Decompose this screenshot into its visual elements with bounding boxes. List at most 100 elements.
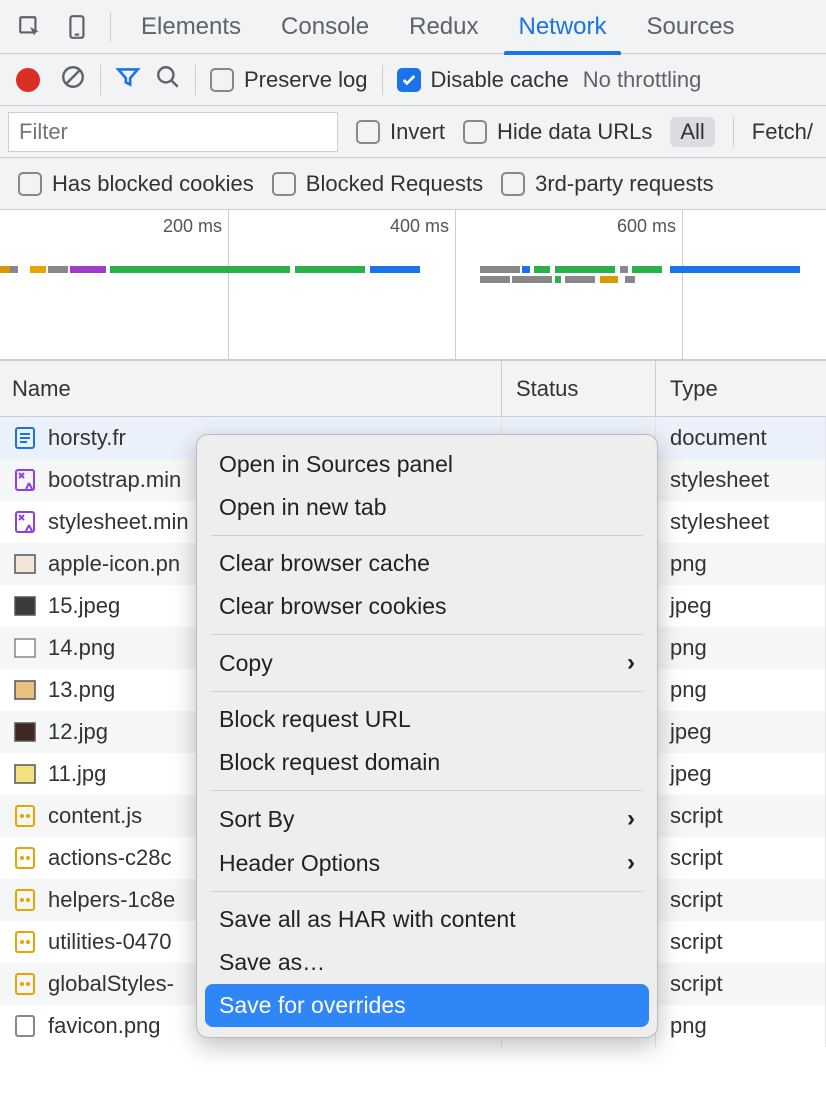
search-icon[interactable] [155,64,181,96]
clear-icon[interactable] [60,64,86,96]
timeline-tick: 600 ms [617,216,682,237]
invert-checkbox[interactable]: Invert [356,119,445,145]
menu-item[interactable]: Block request URL [197,698,657,741]
type-cell: script [656,837,826,879]
css-icon [14,511,36,533]
hide-data-urls-checkbox[interactable]: Hide data URLs [463,119,652,145]
type-cell: script [656,795,826,837]
image-dark2-icon [14,721,36,743]
tab-elements[interactable]: Elements [121,1,261,53]
menu-item-label: Clear browser cookies [219,593,447,620]
menu-item[interactable]: Copy› [197,641,657,685]
file-name: utilities-0470 [48,929,172,955]
menu-item[interactable]: Open in new tab [197,486,657,529]
type-cell: script [656,921,826,963]
image-yellow-icon [14,763,36,785]
js-icon [14,931,36,953]
type-cell: png [656,669,826,711]
menu-separator [211,634,643,635]
tab-console[interactable]: Console [261,1,389,53]
menu-separator [211,535,643,536]
menu-item-label: Open in new tab [219,494,387,521]
filter-input[interactable] [8,112,338,152]
file-name: 13.png [48,677,115,703]
type-cell: script [656,963,826,1005]
menu-item[interactable]: Save for overrides [205,984,649,1027]
filter-type-all[interactable]: All [670,117,714,147]
type-cell: jpeg [656,585,826,627]
tab-redux[interactable]: Redux [389,1,498,53]
image-icon [14,553,36,575]
third-party-checkbox[interactable]: 3rd-party requests [501,171,714,197]
timeline-tick: 400 ms [390,216,455,237]
menu-item-label: Save all as HAR with content [219,906,516,933]
menu-item[interactable]: Clear browser cache [197,542,657,585]
invert-label: Invert [390,119,445,145]
blocked-requests-label: Blocked Requests [306,171,483,197]
image-warm-icon [14,679,36,701]
type-cell: script [656,879,826,921]
disable-cache-label: Disable cache [431,67,569,93]
menu-item[interactable]: Header Options› [197,841,657,885]
menu-item-label: Sort By [219,806,294,833]
file-name: 12.jpg [48,719,108,745]
menu-item-label: Header Options [219,850,380,877]
col-type[interactable]: Type [656,361,826,416]
divider [195,65,196,95]
js-icon [14,847,36,869]
file-name: 11.jpg [48,761,106,787]
disable-cache-checkbox[interactable]: Disable cache [397,67,569,93]
filter-type-fetch[interactable]: Fetch/ [752,119,813,145]
tab-network[interactable]: Network [498,1,626,53]
file-name: helpers-1c8e [48,887,175,913]
file-name: horsty.fr [48,425,126,451]
divider [382,65,383,95]
network-filter-row: Invert Hide data URLs All Fetch/ [0,106,826,158]
js-icon [14,973,36,995]
type-cell: jpeg [656,711,826,753]
file-name: 15.jpeg [48,593,120,619]
col-status[interactable]: Status [502,361,656,416]
preserve-log-label: Preserve log [244,67,368,93]
divider [733,117,734,147]
type-cell: stylesheet [656,459,826,501]
menu-item[interactable]: Block request domain [197,741,657,784]
divider [110,12,111,42]
timeline-tick: 200 ms [163,216,228,237]
menu-item[interactable]: Open in Sources panel [197,443,657,486]
throttling-select[interactable]: No throttling [583,67,702,93]
blocked-cookies-checkbox[interactable]: Has blocked cookies [18,171,254,197]
context-menu: Open in Sources panel Open in new tab Clea… [196,434,658,1038]
type-cell: document [656,417,826,459]
css-icon [14,469,36,491]
device-toggle-icon[interactable] [56,5,100,49]
network-timeline[interactable]: 200 ms 400 ms 600 ms [0,210,826,360]
table-header: Name Status Type [0,361,826,417]
type-cell: png [656,1005,826,1047]
menu-item-label: Open in Sources panel [219,451,453,478]
menu-item[interactable]: Sort By› [197,797,657,841]
blocked-requests-checkbox[interactable]: Blocked Requests [272,171,483,197]
image-dark-icon [14,595,36,617]
file-name: stylesheet.min [48,509,189,535]
menu-separator [211,691,643,692]
record-button[interactable] [10,64,46,96]
devtools-tab-row: ElementsConsoleReduxNetworkSources [0,0,826,54]
menu-separator [211,790,643,791]
menu-item-label: Block request domain [219,749,440,776]
chevron-right-icon: › [627,649,635,677]
menu-item[interactable]: Save as… [197,941,657,984]
file-name: bootstrap.min [48,467,181,493]
tab-sources[interactable]: Sources [627,1,755,53]
menu-item-label: Block request URL [219,706,411,733]
type-cell: jpeg [656,753,826,795]
network-filter-row-2: Has blocked cookies Blocked Requests 3rd… [0,158,826,210]
filter-icon[interactable] [115,64,141,96]
preserve-log-checkbox[interactable]: Preserve log [210,67,368,93]
menu-item[interactable]: Save all as HAR with content [197,898,657,941]
col-name[interactable]: Name [0,361,502,416]
inspect-icon[interactable] [8,5,52,49]
blocked-cookies-label: Has blocked cookies [52,171,254,197]
menu-item[interactable]: Clear browser cookies [197,585,657,628]
file-name: favicon.png [48,1013,161,1039]
